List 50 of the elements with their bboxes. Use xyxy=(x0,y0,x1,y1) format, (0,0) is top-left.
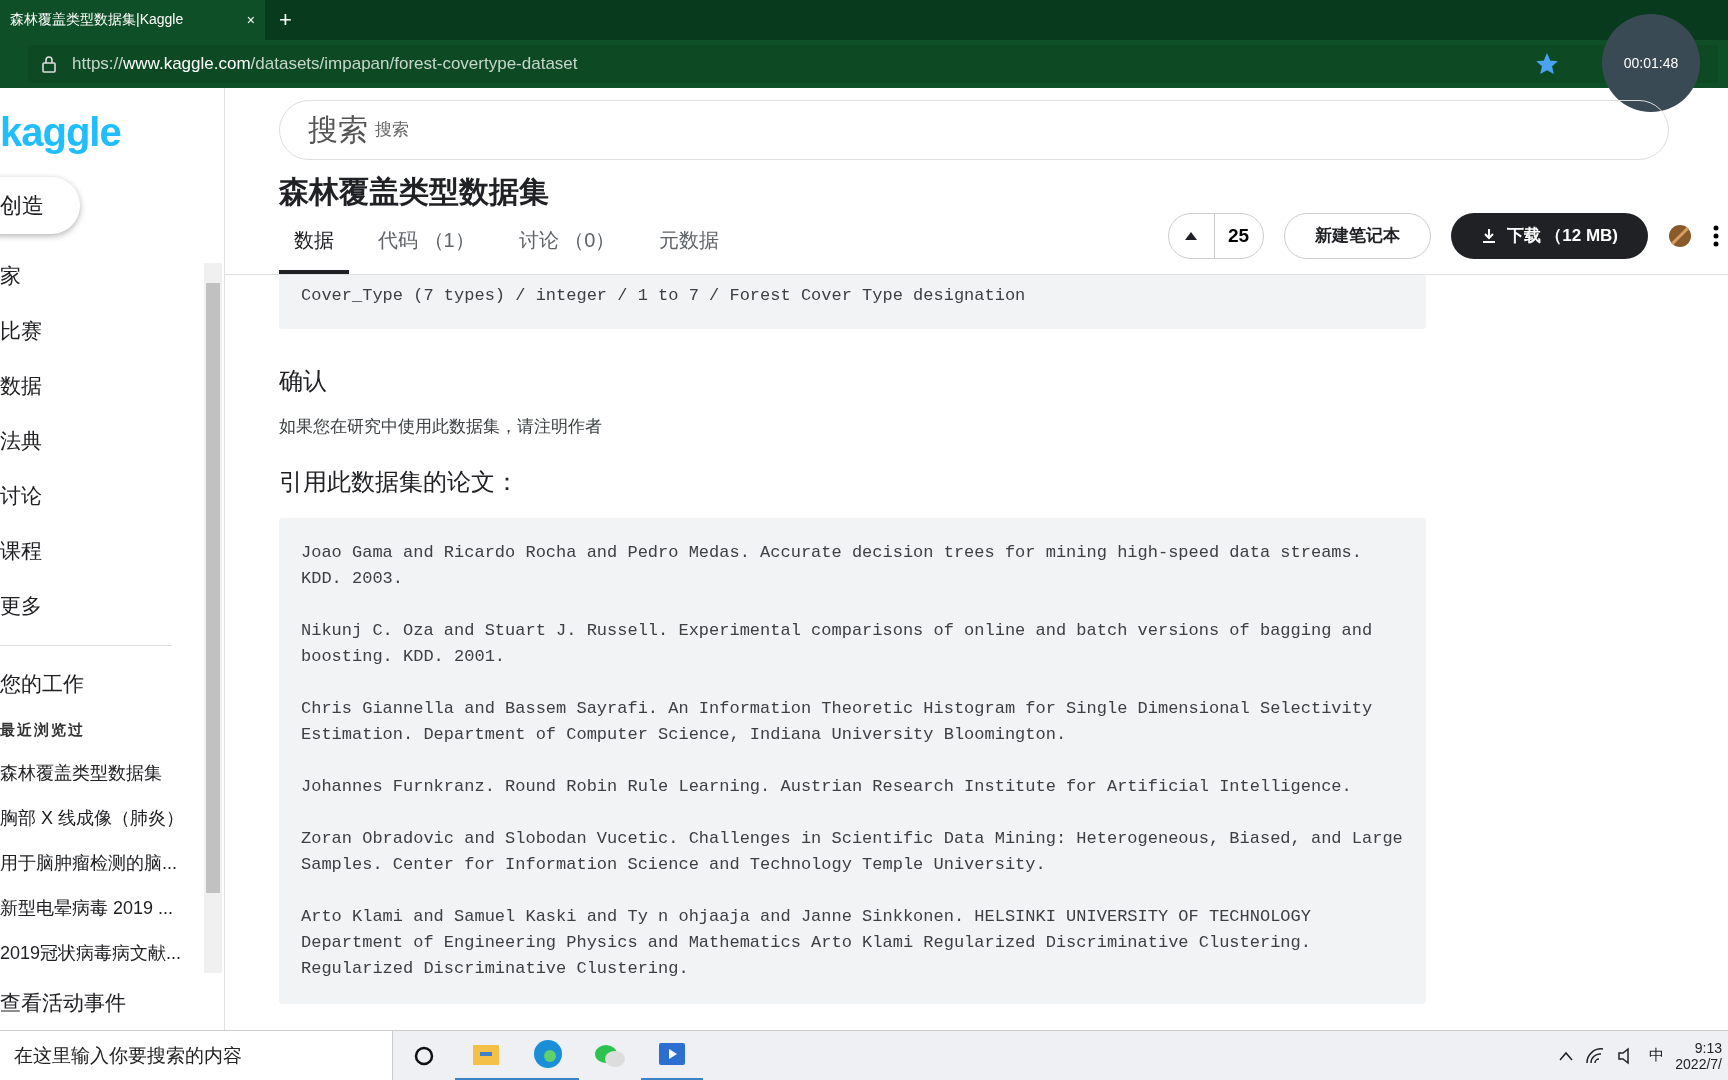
dataset-title: 森林覆盖类型数据集 xyxy=(279,174,550,210)
nav-item[interactable]: 查看活动事件 xyxy=(0,975,194,1030)
recent-item[interactable]: 用于脑肿瘤检测的脑... xyxy=(0,840,194,885)
citation-text: Zoran Obradovic and Slobodan Vucetic. Challenges in Scientific Data Mining: Heterogeneous, Biased, and Large Samples. Center for Information Science and Technology Temple University. xyxy=(301,828,1404,876)
citation-text: Johannes Furnkranz. Round Robin Rule Learning. Austrian Research Institute for Artificial Intelligence. xyxy=(301,776,1353,798)
star-icon[interactable] xyxy=(1536,53,1558,75)
new-notebook-button[interactable]: 新建笔记本 xyxy=(1283,212,1431,259)
nav-item[interactable]: 比赛 xyxy=(0,303,194,358)
recent-item[interactable]: 新型电晕病毒 2019 ... xyxy=(0,885,194,930)
more-icon[interactable] xyxy=(1712,223,1720,248)
recent-item[interactable]: 胸部 X 线成像（肺炎） xyxy=(0,795,194,840)
chevron-icon[interactable] xyxy=(1559,1050,1573,1061)
ime-indicator[interactable]: 中 xyxy=(1649,1046,1664,1065)
nav-item[interactable]: 课程 xyxy=(0,523,194,578)
nav-item[interactable]: 法典 xyxy=(0,413,194,468)
taskbar-search-field[interactable]: 在这里输入你要搜索的内容 xyxy=(0,1030,393,1080)
nav-item[interactable]: 您的工作 xyxy=(0,656,194,711)
nav-item[interactable]: 数据 xyxy=(0,358,194,413)
scrollbar[interactable] xyxy=(204,263,222,973)
avatar-icon[interactable] xyxy=(1668,223,1692,248)
new-tab-button[interactable]: + xyxy=(265,0,306,40)
browser-tab[interactable]: 森林覆盖类型数据集|Kaggle × xyxy=(0,0,265,40)
nav-item[interactable]: 更多 xyxy=(0,578,194,633)
citation-text: Chris Giannella and Bassem Sayrafi. An Information Theoretic Histogram for Single Dimensional Selectivity Estimation. Department of Computer Science, Indiana University Bloomington. xyxy=(301,698,1374,746)
citation-text: Arto Klami and Samuel Kaski and Ty n ohjaaja and Janne Sinkkonen. HELSINKI UNIVERSITY OF TECHNOLOGY Department of Engineering Physics and Mathematics Arto Klami Regularized Discriminative Clustering. Regularized Discriminative Clustering. xyxy=(301,906,1312,980)
recent-item[interactable]: 森林覆盖类型数据集 xyxy=(0,750,194,795)
recent-item[interactable]: 2019冠状病毒病文献... xyxy=(0,930,194,975)
lock-icon xyxy=(42,55,56,73)
citation-text: Nikunj C. Oza and Stuart J. Russell. Experimental comparisons of online and batch versions of bagging and boosting. KDD. 2001. xyxy=(301,620,1374,668)
paragraph: 如果您在研究中使用此数据集，请注明作者 xyxy=(279,416,603,438)
clock[interactable]: 9:13 2022/7/ xyxy=(1676,1039,1722,1072)
nav-item[interactable]: 讨论 xyxy=(0,468,194,523)
upvote-icon[interactable] xyxy=(1185,231,1198,240)
tab[interactable]: 元数据 xyxy=(644,217,735,274)
download-button[interactable]: 下载 （12 MB) xyxy=(1450,212,1648,259)
code-line: Cover_Type (7 types) / integer / 1 to 7 / Forest Cover Type designation xyxy=(301,286,1026,305)
download-icon xyxy=(1480,227,1497,244)
search-label: 搜索 xyxy=(375,119,409,141)
tab[interactable]: 讨论 （0） xyxy=(503,217,631,274)
section-heading: 确认 xyxy=(279,366,328,396)
section-label: 最近浏览过 xyxy=(0,720,86,740)
section-heading: 引用此数据集的论文： xyxy=(279,467,520,497)
logo: kaggle xyxy=(0,110,121,155)
citation-text: Joao Gama and Ricardo Rocha and Pedro Medas. Accurate decision trees for mining high-speed data streams. KDD. 2003. xyxy=(301,542,1363,590)
wifi-icon[interactable] xyxy=(1585,1046,1605,1065)
close-icon[interactable]: × xyxy=(246,12,255,28)
url-text: https://www.kaggle.com/datasets/impapan/forest-covertype-dataset xyxy=(72,54,578,74)
tab[interactable]: 代码 （1） xyxy=(363,217,490,274)
nav-item[interactable]: 家 xyxy=(0,248,194,303)
create-button[interactable]: 创造 xyxy=(0,177,80,234)
